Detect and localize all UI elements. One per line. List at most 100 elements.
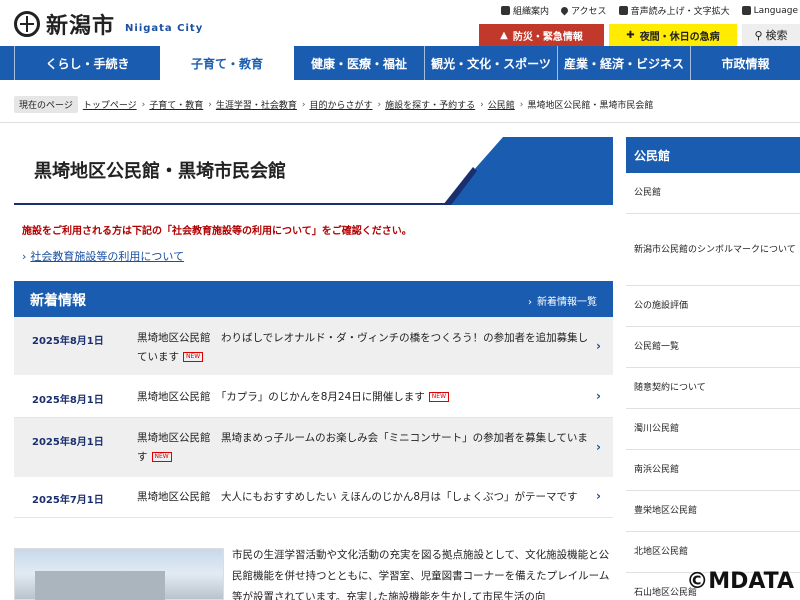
nav-label: 観光・文化・スポーツ <box>431 56 551 71</box>
news-all-link[interactable]: › 新着情報一覧 <box>528 293 597 308</box>
news-date: 2025年7月1日 <box>32 495 104 506</box>
language-label: Language <box>753 5 798 16</box>
news-item[interactable]: 2025年8月1日 黒埼地区公民館 わりばしでレオナルド・ダ・ヴィンチの橋をつく… <box>14 317 613 376</box>
sidebar-item[interactable]: 濁川公民館 <box>626 409 800 450</box>
news-text-content: 黒埼地区公民館 黒埼まめっ子ルームのお楽しみ会「ミニコンサート」の参加者を募集し… <box>137 432 588 463</box>
news-text: 黒埼地区公民館 わりばしでレオナルド・ダ・ヴィンチの橋をつくろう！の参加者を追加… <box>137 329 592 367</box>
org-link[interactable]: 組織案内 <box>500 4 549 17</box>
chevron-right-icon: › <box>208 99 212 110</box>
breadcrumb: 現在のページ トップページ › 子育て・教育 › 生涯学習・社会教育 › 目的からさが… <box>14 96 653 113</box>
medical-icon: ✚ <box>626 29 635 41</box>
site-header: 新潟市 Niigata City 組織案内 アクセス 音声読み上げ・文字拡大 L… <box>0 0 800 46</box>
header-buttons: ▲ 防災・緊急情報 ✚ 夜間・休日の急病 ⚲ 検索 <box>479 24 800 46</box>
nav-label: 市政情報 <box>721 56 770 71</box>
logo-text: 新潟市 <box>46 14 116 39</box>
sidebar-heading: 公民館 <box>626 137 800 173</box>
chevron-right-icon: › <box>301 99 306 110</box>
nav-item-health[interactable]: 健康・医療・福祉 <box>294 46 424 80</box>
breadcrumb-link[interactable]: 子育て・教育 <box>149 98 203 111</box>
sidebar-item[interactable]: 新潟市公民館のシンボルマークについて <box>626 214 800 286</box>
new-badge: NEW <box>183 352 204 362</box>
night-clinic-button[interactable]: ✚ 夜間・休日の急病 <box>609 24 737 46</box>
map-pin-icon <box>559 5 570 16</box>
night-label: 夜間・休日の急病 <box>639 31 720 43</box>
breadcrumb-current: 黒埼地区公民館・黒埼市民会館 <box>527 101 654 111</box>
chevron-right-icon: › <box>519 99 524 110</box>
access-link[interactable]: アクセス <box>559 4 607 17</box>
nav-item-city[interactable]: 市政情報 <box>690 46 800 80</box>
city-emblem-icon <box>14 11 40 37</box>
chevron-right-icon: › <box>22 250 27 263</box>
news-text-content: 黒埼地区公民館 わりばしでレオナルド・ダ・ヴィンチの橋をつくろう！の参加者を追加… <box>137 332 589 363</box>
news-text: 黒埼地区公民館 「カプラ」のじかんを8月24日に開催します NEW <box>137 388 592 407</box>
notice-text: 施設をご利用される方は下記の「社会教育施設等の利用について」をご確認ください。 <box>22 226 412 237</box>
sidebar-item[interactable]: 北地区公民館 <box>626 532 800 573</box>
nav-label: 子育て・教育 <box>190 56 263 71</box>
search-button[interactable]: ⚲ 検索 <box>742 24 800 46</box>
breadcrumb-here-label: 現在のページ <box>14 96 78 113</box>
chevron-right-icon: › <box>596 389 601 403</box>
translate-icon <box>741 6 751 15</box>
utility-links: 組織案内 アクセス 音声読み上げ・文字拡大 Language <box>500 4 800 17</box>
news-date: 2025年8月1日 <box>32 395 104 406</box>
usage-link[interactable]: › 社会教育施設等の利用について <box>22 248 184 264</box>
title-decoration <box>443 137 613 205</box>
voice-link[interactable]: 音声読み上げ・文字拡大 <box>618 4 730 17</box>
news-text-content: 黒埼地区公民館 「カプラ」のじかんを8月24日に開催します <box>137 391 425 403</box>
news-heading: 新着情報 <box>30 293 86 309</box>
nav-item-industry[interactable]: 産業・経済・ビジネス <box>557 46 690 80</box>
emergency-label: 防災・緊急情報 <box>512 31 583 43</box>
news-item[interactable]: 2025年7月1日 黒埼地区公民館 大人にもおすすめしたい えほんのじかん8月は… <box>14 478 613 518</box>
news-item[interactable]: 2025年8月1日 黒埼地区公民館 黒埼まめっ子ルームのお楽しみ会「ミニコンサー… <box>14 418 613 478</box>
org-chart-icon <box>500 6 510 15</box>
new-badge: NEW <box>151 452 172 462</box>
chevron-right-icon: › <box>377 99 382 110</box>
access-label: アクセス <box>571 7 607 17</box>
sidebar-item[interactable]: 公の施設評価 <box>626 286 800 327</box>
page-title-box: 黒埼地区公民館・黒埼市民会館 <box>14 137 613 205</box>
nav-item-tourism[interactable]: 観光・文化・スポーツ <box>424 46 557 80</box>
news-text: 黒埼地区公民館 黒埼まめっ子ルームのお楽しみ会「ミニコンサート」の参加者を募集し… <box>137 429 592 467</box>
breadcrumb-link[interactable]: 生涯学習・社会教育 <box>216 98 297 111</box>
breadcrumb-link[interactable]: 公民館 <box>488 98 515 111</box>
nav-item-living[interactable]: くらし・手続き <box>14 46 160 80</box>
chevron-right-icon: › <box>528 297 532 308</box>
building-image <box>35 571 165 600</box>
chevron-right-icon: › <box>141 99 146 110</box>
search-icon: ⚲ <box>754 28 763 42</box>
news-header: 新着情報 › 新着情報一覧 <box>14 281 613 317</box>
page-title: 黒埼地区公民館・黒埼市民会館 <box>34 161 286 182</box>
sidebar-item[interactable]: 南浜公民館 <box>626 450 800 491</box>
site-logo[interactable]: 新潟市 Niigata City <box>14 8 203 40</box>
logo-en: Niigata City <box>125 22 204 34</box>
nav-item-childcare[interactable]: 子育て・教育 <box>160 46 294 80</box>
search-label: 検索 <box>765 29 788 42</box>
sidebar-item[interactable]: 豊栄地区公民館 <box>626 491 800 532</box>
emergency-button[interactable]: ▲ 防災・緊急情報 <box>479 24 604 46</box>
chevron-right-icon: › <box>596 339 601 353</box>
chevron-right-icon: › <box>596 489 601 503</box>
news-all-label: 新着情報一覧 <box>537 297 597 308</box>
nav-label: 健康・医療・福祉 <box>310 56 407 71</box>
sidebar-item[interactable]: 公民館 <box>626 173 800 214</box>
sidebar-item[interactable]: 随意契約について <box>626 368 800 409</box>
breadcrumb-link[interactable]: トップページ <box>83 98 137 111</box>
intro-text: 市民の生涯学習活動や文化活動の充実を図る拠点施設として、文化施設機能と公民館機能… <box>232 549 610 600</box>
new-badge: NEW <box>428 392 450 402</box>
chevron-right-icon: › <box>480 99 484 110</box>
sidebar-item[interactable]: 公民館一覧 <box>626 327 800 368</box>
breadcrumb-link[interactable]: 目的からさがす <box>310 98 373 111</box>
news-item[interactable]: 2025年8月1日 黒埼地区公民館 「カプラ」のじかんを8月24日に開催します N… <box>14 376 613 418</box>
sidebar: 公民館 公民館 新潟市公民館のシンボルマークについて 公の施設評価 公民館一覧 … <box>626 137 800 600</box>
usage-link-label: 社会教育施設等の利用について <box>30 250 185 263</box>
global-nav: くらし・手続き 子育て・教育 健康・医療・福祉 観光・文化・スポーツ 産業・経済… <box>0 46 800 80</box>
breadcrumb-link[interactable]: 施設を探す・予約する <box>385 98 475 111</box>
speaker-icon <box>618 6 628 15</box>
watermark: ©MDATA <box>686 569 794 594</box>
divider <box>0 122 800 123</box>
language-link[interactable]: Language <box>741 4 798 17</box>
news-date: 2025年8月1日 <box>32 336 104 347</box>
chevron-right-icon: › <box>596 440 601 454</box>
news-date: 2025年8月1日 <box>32 437 104 448</box>
facility-photo <box>14 548 224 600</box>
